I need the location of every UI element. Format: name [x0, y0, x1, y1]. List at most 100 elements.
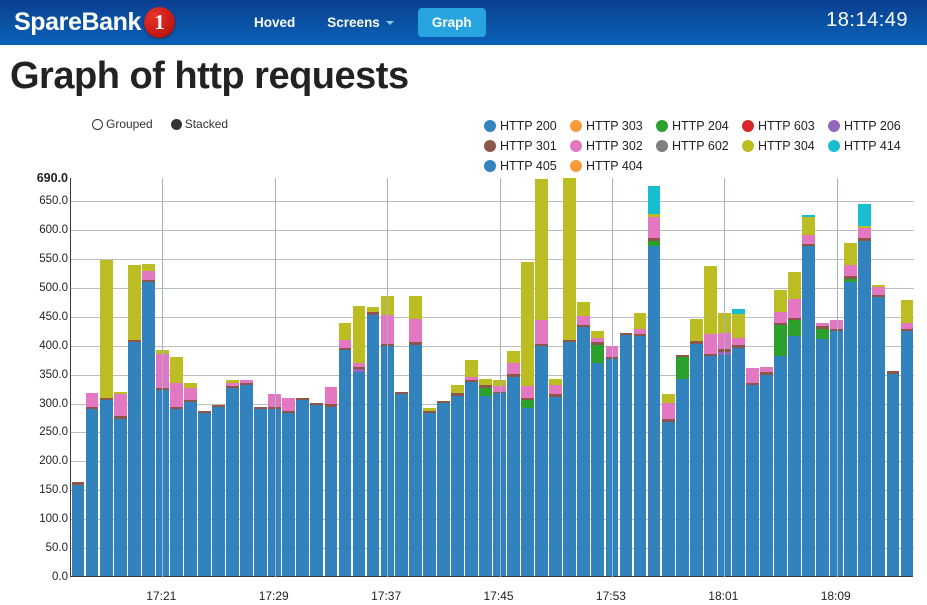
bar-segment-http-302[interactable]: [507, 362, 520, 375]
bar-segment-http-302[interactable]: [141, 270, 155, 280]
bar-segment-http-301[interactable]: [886, 371, 900, 374]
bar-segment-http-301[interactable]: [198, 411, 211, 413]
bar-segment-http-304[interactable]: [844, 242, 858, 265]
bar-segment-http-200[interactable]: [465, 382, 478, 576]
bar-segment-http-200[interactable]: [703, 356, 717, 576]
bar-segment-http-302[interactable]: [802, 234, 816, 245]
bar-segment-http-301[interactable]: [465, 379, 478, 383]
bar-segment-http-302[interactable]: [352, 363, 366, 367]
bar-segment-http-200[interactable]: [886, 373, 900, 576]
bar-segment-http-200[interactable]: [675, 379, 689, 576]
bar-segment-http-302[interactable]: [633, 329, 647, 334]
bar-segment-http-302[interactable]: [240, 379, 254, 384]
bar-segment-http-302[interactable]: [858, 227, 872, 239]
bar-segment-http-301[interactable]: [900, 328, 914, 331]
bar-column[interactable]: [338, 177, 352, 576]
bar-segment-http-304[interactable]: [788, 272, 801, 300]
bar-segment-http-301[interactable]: [633, 333, 647, 337]
bar-segment-http-304[interactable]: [184, 382, 197, 388]
bar-segment-http-304[interactable]: [689, 319, 703, 342]
bar-segment-http-301[interactable]: [479, 385, 492, 388]
bar-segment-http-304[interactable]: [591, 330, 605, 338]
bar-segment-http-301[interactable]: [422, 411, 436, 413]
bar-segment-http-301[interactable]: [774, 322, 787, 326]
radio-stacked-indicator[interactable]: [170, 118, 182, 130]
bar-segment-http-301[interactable]: [507, 374, 520, 377]
bar-column[interactable]: [184, 177, 197, 576]
bar-segment-http-304[interactable]: [450, 384, 464, 394]
bar-column[interactable]: [394, 177, 408, 576]
bar-segment-http-200[interactable]: [212, 407, 225, 576]
bar-segment-http-304[interactable]: [661, 393, 675, 404]
bar-segment-http-204[interactable]: [521, 400, 535, 409]
bar-column[interactable]: [521, 177, 535, 576]
bar-segment-http-301[interactable]: [127, 339, 141, 343]
bar-segment-http-200[interactable]: [633, 336, 647, 576]
bar-column[interactable]: [479, 177, 492, 576]
bar-segment-http-200[interactable]: [113, 418, 127, 576]
bar-segment-http-302[interactable]: [760, 366, 773, 373]
bar-column[interactable]: [619, 177, 633, 576]
bar-column[interactable]: [774, 177, 787, 576]
bar-segment-http-200[interactable]: [900, 330, 914, 576]
bar-segment-http-301[interactable]: [703, 353, 717, 357]
bar-segment-http-200[interactable]: [254, 408, 268, 576]
bar-column[interactable]: [324, 177, 338, 576]
bar-segment-http-302[interactable]: [703, 334, 717, 354]
bar-segment-http-304[interactable]: [169, 357, 183, 384]
bar-segment-http-301[interactable]: [366, 312, 380, 315]
bar-segment-http-200[interactable]: [422, 412, 436, 576]
bar-segment-http-301[interactable]: [844, 276, 858, 279]
bar-segment-http-200[interactable]: [169, 408, 183, 576]
bar-segment-http-200[interactable]: [282, 412, 296, 576]
nav-link-graph[interactable]: Graph: [417, 8, 486, 37]
bar-segment-http-302[interactable]: [113, 394, 127, 417]
bar-segment-http-200[interactable]: [408, 344, 422, 576]
legend-item-http-301[interactable]: HTTP 301: [484, 139, 570, 153]
bar-segment-http-204[interactable]: [675, 357, 689, 380]
bar-column[interactable]: [563, 177, 577, 576]
bar-segment-http-200[interactable]: [240, 385, 254, 576]
bar-segment-http-301[interactable]: [689, 341, 703, 344]
bar-segment-http-301[interactable]: [450, 393, 464, 396]
bar-segment-http-304[interactable]: [703, 266, 717, 335]
bar-segment-http-304[interactable]: [99, 260, 113, 398]
bar-segment-http-304[interactable]: [408, 296, 422, 320]
bar-segment-http-301[interactable]: [71, 481, 85, 485]
bar-column[interactable]: [731, 177, 745, 576]
bar-segment-http-304[interactable]: [633, 312, 647, 330]
bar-segment-http-301[interactable]: [240, 383, 254, 386]
bar-segment-http-304[interactable]: [422, 408, 436, 412]
bar-segment-http-200[interactable]: [549, 396, 563, 576]
bar-segment-http-301[interactable]: [436, 400, 450, 403]
bar-segment-http-304[interactable]: [858, 225, 872, 228]
bar-segment-http-200[interactable]: [788, 336, 801, 576]
bar-column[interactable]: [465, 177, 478, 576]
bar-segment-http-204[interactable]: [479, 387, 492, 396]
bar-segment-http-301[interactable]: [577, 325, 591, 328]
bar-column[interactable]: [240, 177, 254, 576]
bar-segment-http-204[interactable]: [816, 328, 830, 339]
bar-column[interactable]: [113, 177, 127, 576]
bar-segment-http-204[interactable]: [788, 319, 801, 337]
bar-column[interactable]: [282, 177, 296, 576]
bar-segment-http-302[interactable]: [900, 322, 914, 329]
bar-column[interactable]: [535, 177, 549, 576]
bar-segment-http-200[interactable]: [296, 400, 310, 576]
bar-column[interactable]: [71, 177, 85, 576]
bar-segment-http-301[interactable]: [591, 342, 605, 345]
bar-segment-http-301[interactable]: [212, 405, 225, 408]
radio-stacked[interactable]: Stacked: [170, 117, 228, 131]
bar-column[interactable]: [788, 177, 801, 576]
bar-segment-http-200[interactable]: [591, 363, 605, 576]
bar-segment-http-304[interactable]: [577, 301, 591, 316]
bar-segment-http-301[interactable]: [141, 279, 155, 283]
bar-segment-http-301[interactable]: [226, 385, 239, 388]
bar-segment-http-304[interactable]: [479, 379, 492, 386]
bar-segment-http-301[interactable]: [661, 419, 675, 422]
bar-segment-http-301[interactable]: [816, 326, 830, 329]
bar-segment-http-204[interactable]: [591, 344, 605, 364]
bar-segment-http-302[interactable]: [521, 386, 535, 398]
bar-column[interactable]: [703, 177, 717, 576]
bar-segment-http-200[interactable]: [731, 347, 745, 576]
